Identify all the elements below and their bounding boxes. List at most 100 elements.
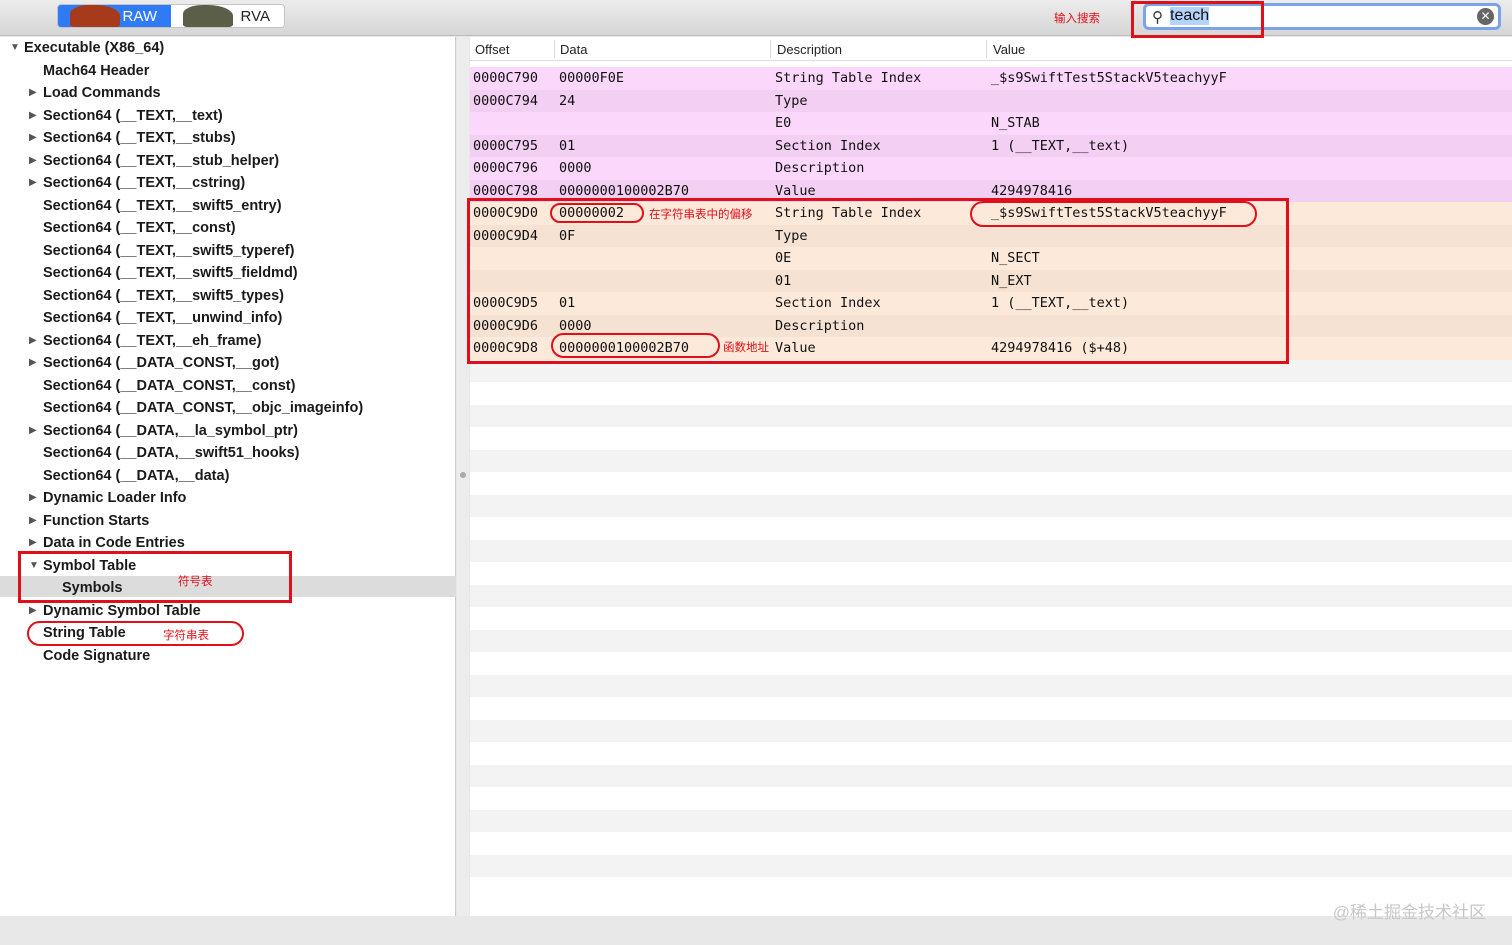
disclosure-collapsed-icon[interactable]: ▶	[29, 110, 37, 121]
empty-row	[470, 382, 1512, 405]
tree-item[interactable]: Section64 (__TEXT,__unwind_info)	[43, 307, 282, 329]
cell-offset: 0000C790	[473, 70, 539, 86]
column-description[interactable]: Description	[777, 42, 842, 57]
annotation-search: 输入搜索	[1054, 13, 1100, 25]
empty-row	[470, 494, 1512, 517]
cell-value: N_STAB	[991, 115, 1040, 131]
tree-item[interactable]: Section64 (__DATA,__la_symbol_ptr)	[43, 420, 298, 442]
disclosure-collapsed-icon[interactable]: ▶	[29, 357, 37, 368]
tree-item[interactable]: Mach64 Header	[43, 60, 149, 82]
raw-button[interactable]: RAW	[58, 5, 171, 27]
empty-row	[470, 562, 1512, 585]
cell-value: 1 (__TEXT,__text)	[991, 137, 1130, 154]
empty-row	[470, 764, 1512, 787]
empty-row	[470, 832, 1512, 855]
disclosure-collapsed-icon[interactable]: ▶	[29, 132, 37, 143]
disclosure-expanded-icon[interactable]: ▼	[10, 42, 20, 53]
column-data[interactable]: Data	[560, 42, 587, 57]
empty-row	[470, 742, 1512, 765]
disclosure-collapsed-icon[interactable]: ▶	[29, 605, 37, 616]
empty-row	[470, 584, 1512, 607]
tree-item[interactable]: Section64 (__TEXT,__const)	[43, 217, 236, 239]
cell-offset: 0000C795	[473, 137, 539, 154]
cell-data: 01	[559, 137, 576, 154]
tree-item[interactable]: Section64 (__TEXT,__text)	[43, 105, 223, 127]
cell-data: 00000F0E	[559, 70, 625, 86]
empty-row	[470, 877, 1512, 900]
disclosure-collapsed-icon[interactable]: ▶	[29, 87, 37, 98]
disclosure-collapsed-icon[interactable]: ▶	[29, 492, 37, 503]
clear-search-icon[interactable]: ✕	[1477, 8, 1494, 25]
empty-row	[470, 449, 1512, 472]
view-mode-segmented-control[interactable]: RAW RVA	[57, 4, 285, 28]
disclosure-collapsed-icon[interactable]: ▶	[29, 155, 37, 166]
column-value[interactable]: Value	[993, 42, 1025, 57]
cell-desc: Description	[775, 160, 865, 176]
annotation-box-search	[1131, 1, 1264, 38]
empty-row	[470, 652, 1512, 675]
disclosure-collapsed-icon[interactable]: ▶	[29, 515, 37, 526]
tree-item[interactable]: Section64 (__TEXT,__stubs)	[43, 127, 236, 149]
tree-item[interactable]: Section64 (__TEXT,__swift5_entry)	[43, 195, 282, 217]
tree-item[interactable]: Section64 (__TEXT,__eh_frame)	[43, 330, 261, 352]
tree-item[interactable]: Load Commands	[43, 82, 161, 104]
tree-item[interactable]: Executable (X86_64)	[24, 37, 164, 59]
watermark: @稀土掘金技术社区	[1332, 903, 1486, 922]
cell-data: 24	[559, 92, 576, 109]
table-row[interactable]: E0 N_STAB	[470, 112, 1512, 135]
empty-row	[470, 629, 1512, 652]
details-table: Offset Data Description Value 0000C790 00…	[470, 37, 1512, 916]
empty-row	[470, 517, 1512, 540]
annotation-address: 函数地址	[723, 342, 769, 354]
empty-row	[470, 404, 1512, 427]
disclosure-collapsed-icon[interactable]: ▶	[29, 177, 37, 188]
raw-icon	[70, 5, 120, 27]
tree-item[interactable]: Section64 (__TEXT,__swift5_typeref)	[43, 240, 294, 262]
structure-tree: Executable (X86_64) ▼ Mach64 Header Load Co…	[0, 37, 456, 916]
table-row[interactable]: 0000C795 01 Section Index 1 (__TEXT,__text)	[470, 134, 1512, 157]
tree-item[interactable]: Section64 (__TEXT,__stub_helper)	[43, 150, 279, 172]
tree-item[interactable]: Section64 (__DATA_CONST,__const)	[43, 375, 295, 397]
empty-row	[470, 607, 1512, 630]
cell-desc: Section Index	[775, 137, 881, 154]
empty-row	[470, 787, 1512, 810]
divider-handle[interactable]	[460, 472, 466, 478]
tree-item[interactable]: Section64 (__TEXT,__cstring)	[43, 172, 245, 194]
toolbar: RAW RVA ⚲ teach ✕	[0, 0, 1512, 36]
tree-item[interactable]: Section64 (__DATA_CONST,__objc_imageinfo…	[43, 397, 363, 419]
split-view-divider[interactable]	[457, 37, 469, 916]
annotation-box-symtab	[18, 551, 292, 603]
table-row[interactable]: 0000C794 24 Type	[470, 89, 1512, 112]
column-offset[interactable]: Offset	[475, 42, 509, 57]
empty-row	[470, 427, 1512, 450]
annotation-strtab: 字符串表	[163, 630, 209, 642]
annotation-ellipse-address	[551, 333, 720, 358]
tree-item[interactable]: Code Signature	[43, 645, 150, 667]
empty-row	[470, 697, 1512, 720]
cell-desc: Type	[775, 92, 808, 109]
annotation-ellipse-name	[970, 201, 1257, 227]
cell-value: _$s9SwiftTest5StackV5teachyyF	[991, 70, 1227, 86]
tree-item[interactable]: Dynamic Loader Info	[43, 487, 186, 509]
empty-row	[470, 472, 1512, 495]
rva-button[interactable]: RVA	[171, 5, 284, 27]
cell-desc: String Table Index	[775, 70, 922, 86]
annotation-ellipse-offset	[550, 203, 644, 223]
empty-row	[470, 539, 1512, 562]
tree-item[interactable]: Section64 (__DATA,__swift51_hooks)	[43, 442, 300, 464]
empty-row	[470, 719, 1512, 742]
cell-data: 0000	[559, 160, 592, 176]
disclosure-collapsed-icon[interactable]: ▶	[29, 425, 37, 436]
empty-row	[470, 854, 1512, 877]
tree-item[interactable]: Section64 (__DATA,__data)	[43, 465, 229, 487]
table-row[interactable]: 0000C796 0000 Description	[470, 157, 1512, 180]
tree-item[interactable]: Function Starts	[43, 510, 149, 532]
cell-desc: E0	[775, 115, 792, 131]
table-row[interactable]: 0000C790 00000F0E String Table Index _$s9Sw…	[470, 67, 1512, 90]
disclosure-collapsed-icon[interactable]: ▶	[29, 335, 37, 346]
disclosure-collapsed-icon[interactable]: ▶	[29, 537, 37, 548]
tree-item[interactable]: Section64 (__TEXT,__swift5_fieldmd)	[43, 262, 298, 284]
tree-item[interactable]: Section64 (__TEXT,__swift5_types)	[43, 285, 284, 307]
annotation-ellipse-strtab	[27, 621, 244, 646]
tree-item[interactable]: Section64 (__DATA_CONST,__got)	[43, 352, 279, 374]
